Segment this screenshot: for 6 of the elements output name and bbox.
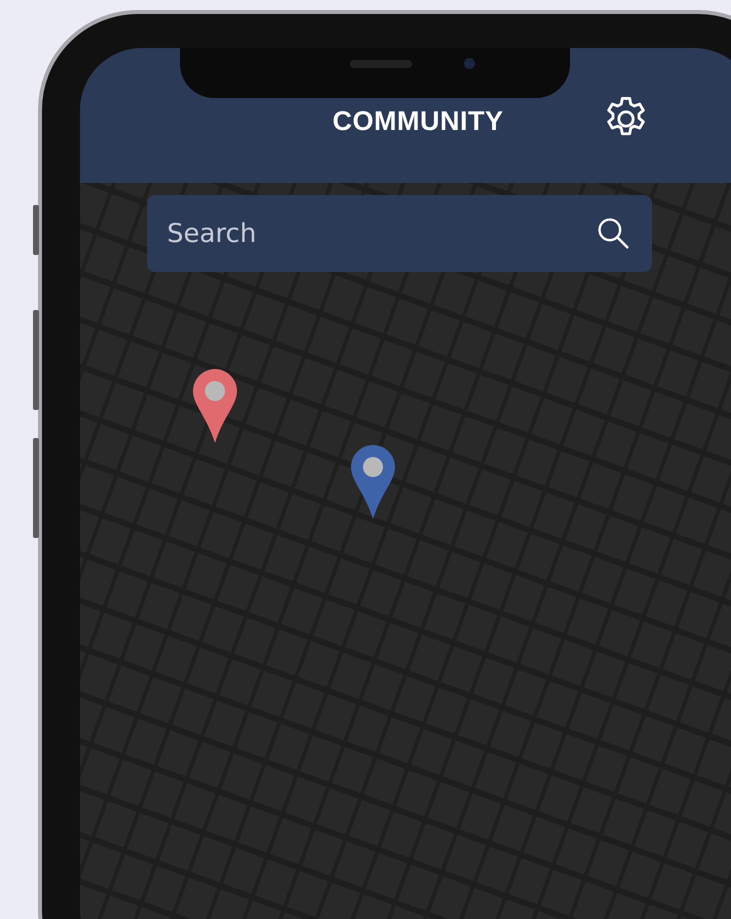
speaker-grille xyxy=(350,60,412,68)
header-title: COMMUNITY xyxy=(332,106,504,137)
camera-dot xyxy=(464,58,475,69)
search-field[interactable]: Search xyxy=(147,195,652,272)
map-pin-icon[interactable] xyxy=(351,445,395,519)
map-pin-icon[interactable] xyxy=(193,369,237,443)
